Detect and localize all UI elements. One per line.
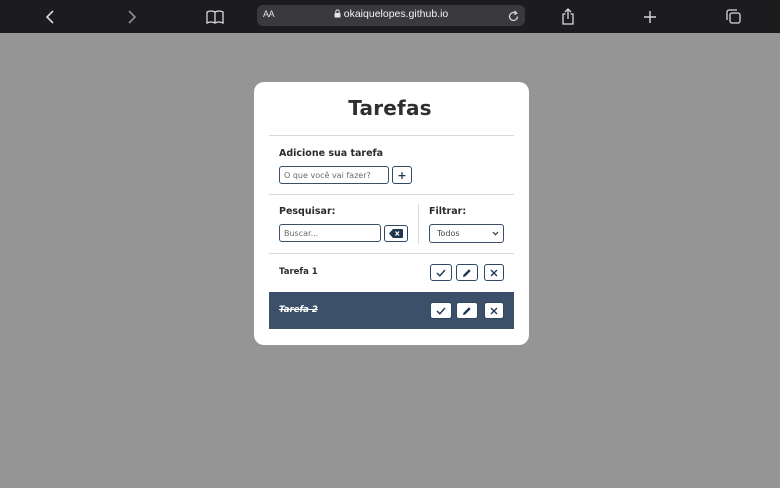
todo-name: Tarefa 1 — [279, 267, 318, 277]
reload-icon — [508, 10, 519, 22]
url-host-text: okaiquelopes.github.io — [343, 8, 449, 20]
x-icon — [490, 269, 498, 276]
divider — [269, 135, 514, 136]
share-button[interactable] — [558, 0, 578, 33]
x-icon — [490, 307, 498, 314]
check-icon — [436, 307, 446, 315]
filter-select[interactable]: Todos — [429, 224, 504, 243]
chevron-left-icon — [45, 9, 54, 24]
search-input[interactable] — [279, 224, 381, 242]
forward-button[interactable] — [122, 0, 142, 33]
address-bar[interactable]: AA okaiquelopes.github.io — [257, 5, 525, 26]
share-icon — [562, 8, 574, 25]
book-icon — [206, 9, 224, 24]
lock-icon — [334, 9, 341, 18]
url-host: okaiquelopes.github.io — [257, 8, 525, 20]
new-tab-button[interactable] — [640, 0, 660, 33]
tabs-button[interactable] — [723, 0, 743, 33]
search-label: Pesquisar: — [279, 206, 336, 217]
browser-toolbar: AA okaiquelopes.github.io — [0, 0, 780, 33]
back-button[interactable] — [40, 0, 60, 33]
todo-name: Tarefa 2 — [279, 305, 318, 315]
add-task-input[interactable] — [279, 166, 389, 184]
pencil-icon — [463, 306, 471, 315]
chevron-down-icon — [492, 231, 499, 236]
vertical-divider — [418, 204, 419, 244]
chevron-right-icon — [128, 9, 137, 24]
filter-selected-value: Todos — [437, 229, 460, 238]
edit-todo-button[interactable] — [456, 264, 478, 281]
finish-todo-button[interactable] — [430, 302, 452, 319]
remove-todo-button[interactable] — [484, 264, 504, 281]
plus-icon — [644, 10, 656, 23]
reload-button[interactable] — [507, 8, 520, 27]
page-title: Tarefas — [348, 96, 432, 120]
check-icon — [436, 269, 446, 277]
clear-search-button[interactable] — [384, 225, 408, 242]
add-task-button-label: + — [397, 168, 407, 182]
edit-todo-button[interactable] — [456, 302, 478, 319]
tabs-icon — [725, 9, 741, 24]
todo-item: Tarefa 1 — [269, 254, 514, 291]
bookmarks-button[interactable] — [204, 0, 226, 33]
add-task-label: Adicione sua tarefa — [279, 148, 384, 159]
divider — [269, 194, 514, 195]
todo-item-done: Tarefa 2 — [269, 292, 514, 329]
backspace-icon — [389, 229, 403, 238]
add-task-button[interactable]: + — [392, 166, 412, 184]
pencil-icon — [463, 268, 471, 277]
remove-todo-button[interactable] — [484, 302, 504, 319]
filter-label: Filtrar: — [429, 206, 467, 217]
finish-todo-button[interactable] — [430, 264, 452, 281]
